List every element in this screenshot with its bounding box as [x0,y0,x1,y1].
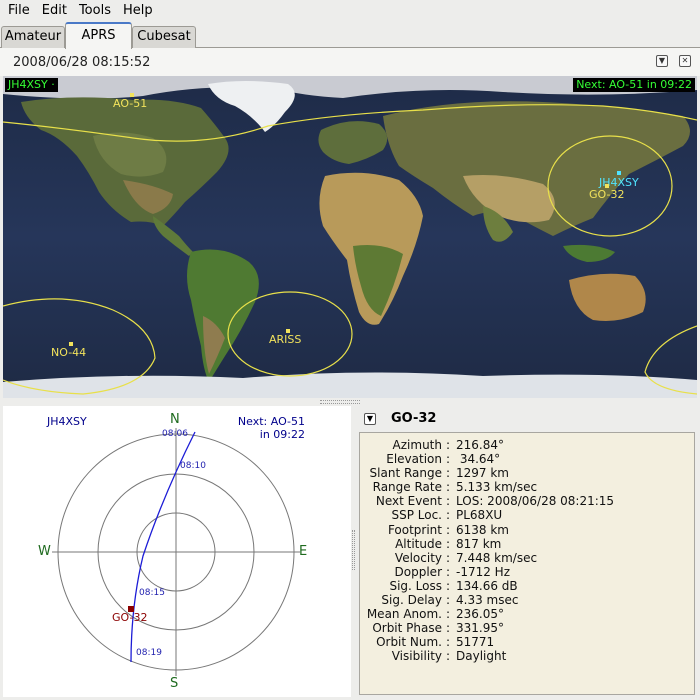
detail-row: Azimuth:216.84° [360,438,694,452]
details-title: GO-32 [391,411,437,426]
detail-label: Range Rate [372,480,442,495]
details-box: Azimuth:216.84° Elevation: 34.64° Slant … [359,432,695,695]
detail-value: 6138 km [456,522,509,537]
detail-label: Next Event [375,494,442,509]
satellite-details-panel: ▼ GO-32 Azimuth:216.84° Elevation: 34.64… [357,406,697,697]
detail-row: Orbit Phase:331.95° [360,621,694,635]
detail-row: Range Rate:5.133 km/sec [360,480,694,494]
detail-label: Azimuth [392,438,442,452]
detail-value: 331.95° [456,621,504,636]
map-qth-label: JH4XSY · [5,78,58,92]
detail-row: Altitude:817 km [360,537,694,551]
compass-north: N [170,412,180,427]
sat-no44-label[interactable]: NO-44 [51,346,86,359]
polar-satellite-label[interactable]: GO-32 [112,611,147,624]
menu-bar: File Edit Tools Help [0,0,700,22]
detail-row: Elevation: 34.64° [360,452,694,466]
close-icon[interactable]: ✕ [679,55,691,67]
module-time: 2008/06/28 08:15:52 [13,54,151,70]
detail-label: Mean Anom. [366,607,442,622]
detail-label: Sig. Delay [381,593,442,608]
pass-time-label: 08:10 [180,461,206,471]
compass-east: E [299,544,308,559]
polar-next-line2: in 09:22 [259,428,305,441]
menu-edit[interactable]: Edit [36,0,73,22]
detail-row: Visibility: Daylight [360,649,694,663]
detail-value: -1712 Hz [456,564,511,579]
detail-value: 236.05° [456,607,504,622]
polar-next-line1: Next: AO-51 [237,415,305,428]
detail-label: Footprint [387,522,442,537]
detail-label: Velocity [394,550,442,565]
detail-row: Sig. Loss:134.66 dB [360,579,694,593]
pass-time-label: 08:19 [136,648,162,658]
menu-tools[interactable]: Tools [73,0,117,22]
detail-label: Orbit Phase [372,621,442,636]
detail-value: 216.84° [456,438,504,452]
compass-west: W [38,544,51,559]
triangle-down-icon[interactable]: ▼ [364,413,376,425]
detail-row: Next Event: LOS: 2008/06/28 08:21:15 [360,494,694,508]
horizontal-splitter-handle[interactable] [320,400,360,404]
world-map[interactable]: JH4XSY · Next: AO-51 in 09:22 AO-51 JH4X… [3,76,697,398]
polar-view[interactable]: JH4XSY Next: AO-51 in 09:22 N S E W 08:0… [3,406,351,697]
sat-ariss-label[interactable]: ARISS [269,333,301,346]
polar-next-event: Next: AO-51 in 09:22 [238,415,305,441]
detail-value: 817 km [456,536,502,551]
detail-label: Orbit Num. [376,635,442,650]
triangle-down-icon[interactable]: ▼ [656,55,668,67]
detail-label: Sig. Loss [389,578,442,593]
detail-label: SSP Loc. [391,508,442,523]
menu-file[interactable]: File [2,0,36,22]
detail-row: SSP Loc.: PL68XU [360,508,694,522]
detail-row: Sig. Delay:4.33 msec [360,593,694,607]
polar-qth-label: JH4XSY [47,415,87,428]
detail-value: 5.133 km/sec [456,480,538,495]
tab-aprs[interactable]: APRS [65,22,132,49]
compass-south: S [170,676,179,691]
world-map-graphic [3,76,697,398]
pass-time-label: 08:06 [162,429,188,439]
detail-value: 134.66 dB [456,578,518,593]
map-next-event: Next: AO-51 in 09:22 [573,78,695,92]
detail-value: 51771 [456,635,495,650]
detail-label: Elevation [386,452,442,467]
pass-time-label: 08:15 [139,588,165,598]
detail-value: 4.33 msec [456,593,519,608]
module-tabs: Amateur APRS Cubesat [0,22,700,49]
sat-go32-label[interactable]: GO-32 [589,188,624,201]
detail-label: Visibility [391,649,442,664]
ground-station-marker [617,171,621,175]
detail-value: LOS: 2008/06/28 08:21:15 [456,494,615,509]
detail-value: Daylight [456,649,507,664]
module-header: 2008/06/28 08:15:52 ▼ ✕ [0,48,700,76]
sat-ao51-label[interactable]: AO-51 [113,97,147,110]
detail-row: Velocity:7.448 km/sec [360,551,694,565]
detail-value: 34.64° [456,452,501,467]
detail-row: Doppler: -1712 Hz [360,565,694,579]
detail-value: PL68XU [456,508,503,523]
detail-label: Slant Range [369,466,442,481]
detail-row: Mean Anom.:236.05° [360,607,694,621]
detail-row: Slant Range:1297 km [360,466,694,480]
detail-label: Altitude [395,536,442,551]
detail-row: Footprint:6138 km [360,523,694,537]
tab-cubesat[interactable]: Cubesat [132,26,196,48]
detail-value: 7.448 km/sec [456,550,538,565]
menu-help[interactable]: Help [117,0,159,22]
detail-label: Doppler [394,564,442,579]
detail-row: Orbit Num.:51771 [360,635,694,649]
detail-value: 1297 km [456,466,509,481]
vertical-splitter-handle[interactable] [352,530,355,570]
tab-amateur[interactable]: Amateur [1,26,65,48]
